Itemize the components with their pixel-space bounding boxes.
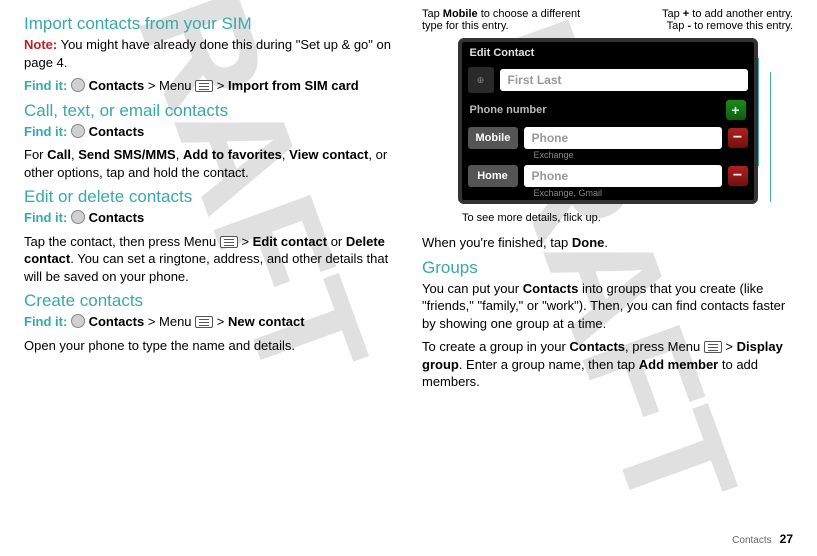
findit-call: Find it: Contacts: [24, 123, 394, 141]
edit-contact-title: Edit Contact: [462, 42, 754, 64]
done-instruction: When you're finished, tap Done.: [422, 234, 793, 252]
heading-call: Call, text, or email contacts: [24, 101, 394, 121]
type-mobile-button[interactable]: Mobile: [468, 127, 518, 149]
remove-entry-button[interactable]: −: [728, 128, 748, 148]
avatar-icon[interactable]: ⊕: [468, 67, 494, 93]
phone-number-header: Phone number: [470, 104, 547, 116]
groups-desc: You can put your Contacts into groups th…: [422, 280, 793, 333]
call-options: For Call, Send SMS/MMS, Add to favorites…: [24, 146, 394, 181]
menu-icon: [195, 316, 213, 328]
menu-icon: [704, 341, 722, 353]
phone-input-home[interactable]: Phone: [524, 165, 722, 187]
callout-plus-minus: Tap + to add another entry. Tap - to rem…: [618, 8, 794, 32]
type-home-button[interactable]: Home: [468, 165, 518, 187]
contacts-icon: [71, 314, 85, 328]
edit-instructions: Tap the contact, then press Menu > Edit …: [24, 233, 394, 286]
menu-icon: [195, 80, 213, 92]
callout-mobile: Tap Mobile to choose a different type fo…: [422, 8, 598, 32]
findit-import: Find it: Contacts > Menu > Import from S…: [24, 77, 394, 95]
flick-caption: To see more details, flick up.: [462, 212, 793, 224]
create-instructions: Open your phone to type the name and det…: [24, 337, 394, 355]
right-column: Tap Mobile to choose a different type fo…: [422, 8, 793, 397]
contacts-icon: [71, 210, 85, 224]
name-input[interactable]: First Last: [500, 69, 748, 91]
findit-create: Find it: Contacts > Menu > New contact: [24, 313, 394, 331]
findit-edit: Find it: Contacts: [24, 209, 394, 227]
heading-create: Create contacts: [24, 291, 394, 311]
add-entry-button[interactable]: +: [726, 100, 746, 120]
page-number: 27: [780, 532, 793, 546]
contacts-icon: [71, 124, 85, 138]
phone-input-mobile[interactable]: Phone: [524, 127, 722, 149]
menu-icon: [220, 236, 238, 248]
heading-groups: Groups: [422, 258, 793, 278]
heading-edit: Edit or delete contacts: [24, 187, 394, 207]
left-column: Import contacts from your SIM Note: You …: [24, 8, 394, 397]
page-footer: Contacts27: [732, 532, 793, 546]
note-label: Note:: [24, 37, 57, 52]
phone-mockup: Edit Contact ⊕ First Last Phone number +…: [458, 38, 758, 204]
account-label: Exchange: [462, 150, 754, 160]
groups-instructions: To create a group in your Contacts, pres…: [422, 338, 793, 391]
contacts-icon: [71, 78, 85, 92]
heading-import: Import contacts from your SIM: [24, 14, 394, 34]
remove-entry-button[interactable]: −: [728, 166, 748, 186]
note-paragraph: Note: You might have already done this d…: [24, 36, 394, 71]
account-label: Exchange, Gmail: [462, 188, 754, 198]
